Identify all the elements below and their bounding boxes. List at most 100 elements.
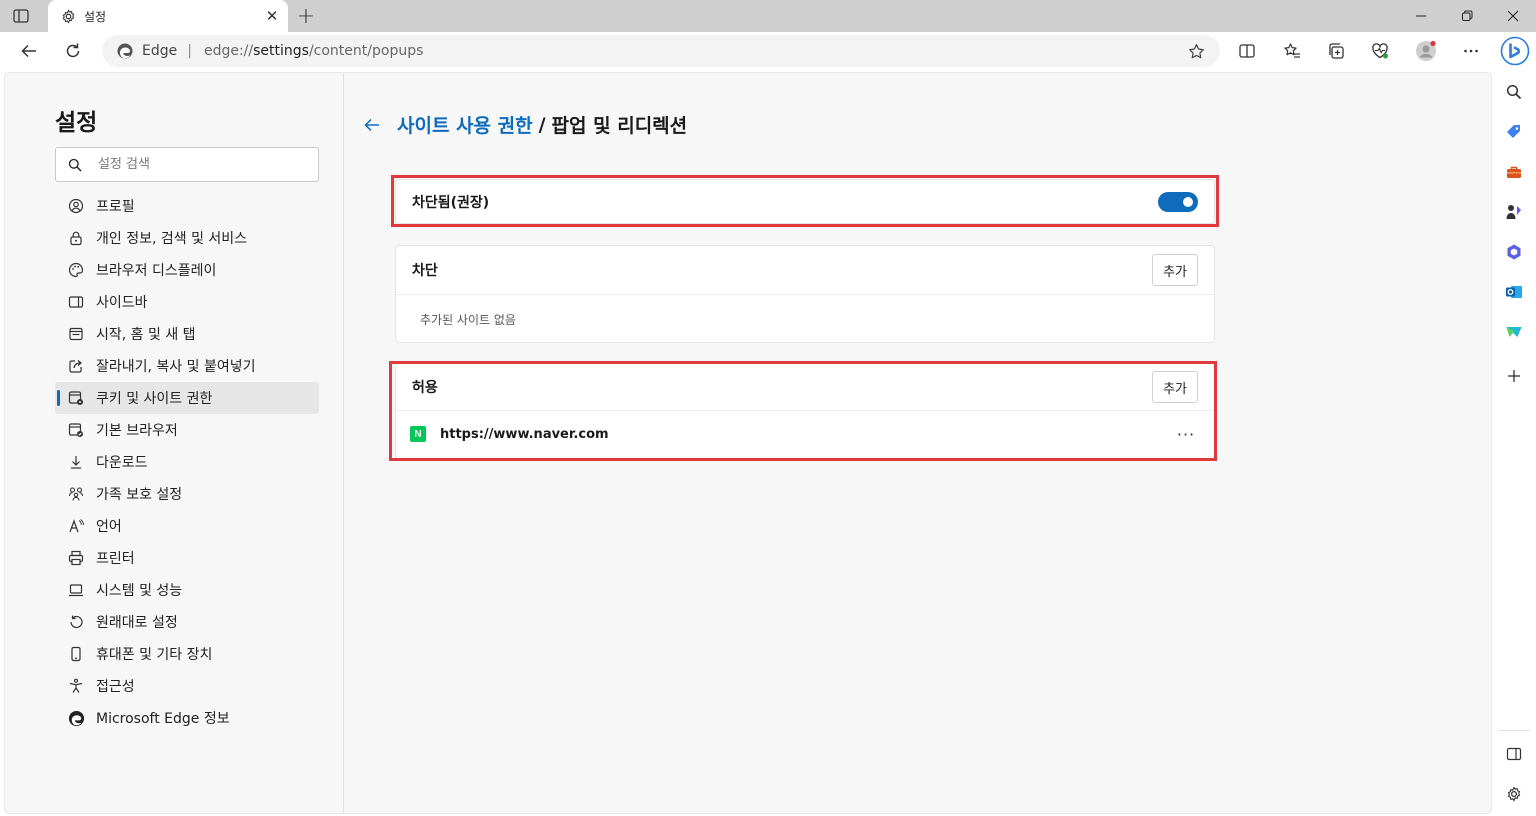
sidebar-item-cookies-permissions[interactable]: 쿠키 및 사이트 권한 <box>55 382 319 414</box>
tab-actions-icon[interactable] <box>12 8 30 24</box>
favorites-icon[interactable] <box>1277 36 1307 66</box>
profile-icon <box>67 197 85 215</box>
shopping-tag-icon[interactable] <box>1504 122 1524 142</box>
family-icon <box>67 485 85 503</box>
sidebar-item-label: 잘라내기, 복사 및 붙여넣기 <box>96 359 256 375</box>
site-permissions-icon <box>67 389 85 407</box>
sidebar-item-label: 접근성 <box>96 679 135 695</box>
block-add-button[interactable]: 추가 <box>1152 254 1198 286</box>
printer-icon <box>67 549 85 567</box>
split-screen-icon[interactable] <box>1232 36 1262 66</box>
sidebar-item-privacy[interactable]: 개인 정보, 검색 및 서비스 <box>55 222 319 254</box>
breadcrumb: 사이트 사용 권한 / 팝업 및 리디렉션 <box>363 111 687 138</box>
more-menu-icon[interactable] <box>1456 36 1486 66</box>
sidebar-item-label: 쿠키 및 사이트 권한 <box>96 391 213 407</box>
games-icon[interactable] <box>1504 202 1524 222</box>
sidebar-item-about[interactable]: Microsoft Edge 정보 <box>55 702 319 734</box>
download-icon <box>67 453 85 471</box>
search-icon <box>68 157 84 173</box>
sidebar-item-system[interactable]: 시스템 및 성능 <box>55 574 319 606</box>
sidebar-item-label: 기본 브라우저 <box>96 423 178 439</box>
favorite-star-icon[interactable] <box>1186 41 1206 61</box>
palette-icon <box>67 261 85 279</box>
sidebar-item-downloads[interactable]: 다운로드 <box>55 446 319 478</box>
tab-close-button[interactable]: ✕ <box>260 4 284 28</box>
nav-title: 설정 <box>55 110 98 136</box>
sidebar-item-label: 언어 <box>96 519 122 535</box>
tab-title: 설정 <box>84 9 107 24</box>
page-title: 팝업 및 리디렉션 <box>551 115 688 137</box>
close-window-button[interactable] <box>1490 0 1536 32</box>
collections-icon[interactable] <box>1321 36 1351 66</box>
gear-icon <box>60 8 76 24</box>
address-url: edge://settings/content/popups <box>203 43 424 59</box>
sidebar-item-reset[interactable]: 원래대로 설정 <box>55 606 319 638</box>
sidebar-item-printers[interactable]: 프린터 <box>55 542 319 574</box>
sidebar-item-family[interactable]: 가족 보호 설정 <box>55 478 319 510</box>
settings-content: 사이트 사용 권한 / 팝업 및 리디렉션 차단됨(권장) 차단 추가 추가된 … <box>345 73 1491 813</box>
nav-list: 프로필 개인 정보, 검색 및 서비스 브라우저 디스플레이 사이드바 시작, … <box>55 190 319 734</box>
divider <box>1498 730 1530 731</box>
sidebar-item-sidebar[interactable]: 사이드바 <box>55 286 319 318</box>
sidebar-item-label: 브라우저 디스플레이 <box>96 263 217 279</box>
hide-sidebar-icon[interactable] <box>1504 744 1524 764</box>
sidebar-item-profile[interactable]: 프로필 <box>55 190 319 222</box>
sidebar-item-default-browser[interactable]: 기본 브라우저 <box>55 414 319 446</box>
sidebar-item-phone[interactable]: 휴대폰 및 기타 장치 <box>55 638 319 670</box>
refresh-button[interactable] <box>58 36 88 66</box>
sidebar-item-share-copy[interactable]: 잘라내기, 복사 및 붙여넣기 <box>55 350 319 382</box>
default-browser-icon <box>67 421 85 439</box>
block-empty-text: 추가된 사이트 없음 <box>420 312 516 327</box>
block-section-card: 차단 추가 추가된 사이트 없음 <box>395 245 1215 343</box>
back-arrow-icon[interactable] <box>363 115 383 135</box>
browser-toolbar: Edge | edge://settings/content/popups <box>0 32 1536 70</box>
new-tab-button[interactable]: + <box>294 4 318 29</box>
settings-page: 설정 프로필 개인 정보, 검색 및 서비스 브라우저 디스플레이 사이드바 <box>4 72 1492 814</box>
sidebar-item-label: 프린터 <box>96 551 135 567</box>
title-bar: 설정 ✕ + <box>0 0 1536 32</box>
back-button[interactable] <box>14 36 44 66</box>
home-tab-icon <box>67 325 85 343</box>
outlook-icon[interactable] <box>1504 282 1524 302</box>
sidebar-item-label: 프로필 <box>96 199 135 215</box>
sidebar-item-label: 휴대폰 및 기타 장치 <box>96 647 213 663</box>
breadcrumb-link[interactable]: 사이트 사용 권한 <box>397 111 533 138</box>
address-brand: Edge <box>142 43 178 59</box>
highlight-box <box>391 175 1219 227</box>
edge-sidebar <box>1492 70 1536 816</box>
accessibility-icon <box>67 677 85 695</box>
drop-icon[interactable] <box>1504 322 1524 342</box>
reset-icon <box>67 613 85 631</box>
edge-logo-icon <box>67 709 85 727</box>
sidebar-item-label: 가족 보호 설정 <box>96 487 183 503</box>
language-icon <box>67 517 85 535</box>
sidebar-item-languages[interactable]: 언어 <box>55 510 319 542</box>
sidebar-icon <box>67 293 85 311</box>
sidebar-item-label: 다운로드 <box>96 455 148 471</box>
restore-button[interactable] <box>1444 0 1490 32</box>
tab-settings[interactable]: 설정 ✕ <box>48 0 288 32</box>
search-input[interactable] <box>98 157 298 172</box>
laptop-icon <box>67 581 85 599</box>
lock-icon <box>67 229 85 247</box>
tools-icon[interactable] <box>1504 162 1524 182</box>
minimize-button[interactable] <box>1398 0 1444 32</box>
sidebar-item-appearance[interactable]: 브라우저 디스플레이 <box>55 254 319 286</box>
microsoft365-icon[interactable] <box>1504 242 1524 262</box>
search-icon[interactable] <box>1504 82 1524 102</box>
add-icon[interactable] <box>1504 366 1524 386</box>
highlight-box <box>389 361 1217 461</box>
phone-icon <box>67 645 85 663</box>
address-separator: | <box>187 43 192 59</box>
share-icon <box>67 357 85 375</box>
profile-avatar[interactable] <box>1411 36 1441 66</box>
sidebar-item-start-home[interactable]: 시작, 홈 및 새 탭 <box>55 318 319 350</box>
address-bar[interactable]: Edge | edge://settings/content/popups <box>102 35 1220 67</box>
browser-essentials-icon[interactable] <box>1365 36 1395 66</box>
sidebar-item-accessibility[interactable]: 접근성 <box>55 670 319 702</box>
gear-icon[interactable] <box>1504 784 1524 804</box>
settings-search[interactable] <box>55 147 319 182</box>
copilot-icon[interactable] <box>1499 35 1531 67</box>
settings-nav: 설정 프로필 개인 정보, 검색 및 서비스 브라우저 디스플레이 사이드바 <box>5 73 344 813</box>
block-section-label: 차단 <box>412 263 438 279</box>
